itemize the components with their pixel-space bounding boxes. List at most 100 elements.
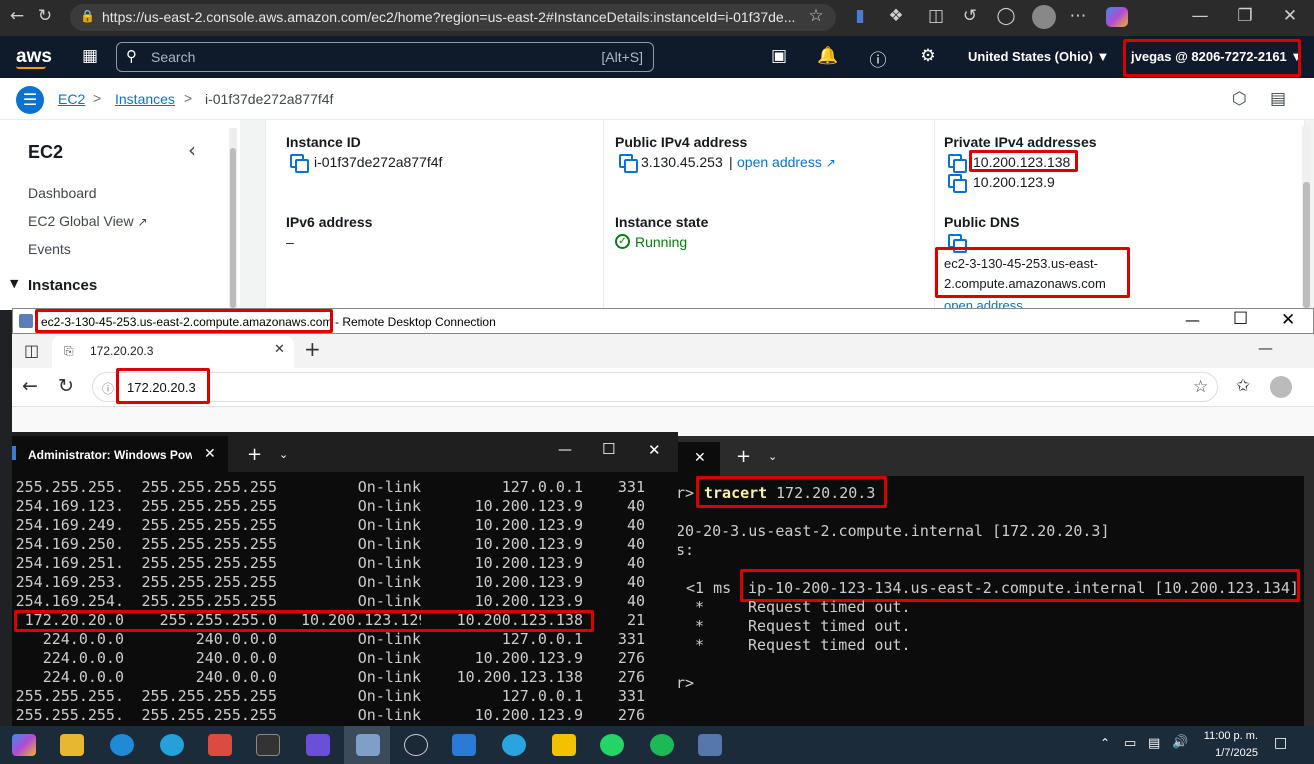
copilot-icon[interactable] (1106, 7, 1128, 27)
open-address-link[interactable]: open address ↗ (737, 154, 836, 170)
breadcrumb-instances[interactable]: Instances (115, 91, 175, 107)
chevron-up-icon[interactable]: ⌃ (1100, 736, 1110, 750)
maximize-icon[interactable]: ☐ (602, 440, 615, 458)
terminal-scrollbar[interactable] (1304, 476, 1314, 726)
table-cell: 276 (617, 649, 645, 667)
edge-tab[interactable]: ⎘ 172.20.20.3 ✕ (52, 336, 294, 368)
battery-icon[interactable]: ▭ (1124, 736, 1136, 751)
settings-hex-icon[interactable]: ⬡ (1232, 89, 1247, 109)
close-icon[interactable]: ✕ (648, 441, 661, 459)
clock-time[interactable]: 11:00 p. m. (1198, 730, 1258, 742)
edge-dev-icon[interactable] (160, 734, 184, 756)
close-icon[interactable]: ✕ (1278, 6, 1302, 26)
remote-desktop-icon[interactable] (356, 734, 380, 756)
collapse-icon[interactable]: ‹ (188, 138, 196, 162)
main-scrollbar[interactable] (1302, 126, 1311, 308)
edge-address-text: 172.20.20.3 (127, 380, 196, 395)
star-icon[interactable]: ☆ (1193, 377, 1208, 397)
split-screen-icon[interactable]: ◫ (924, 6, 948, 26)
new-tab-icon[interactable]: + (247, 444, 262, 465)
back-icon[interactable]: ← (22, 375, 38, 397)
copilot-icon[interactable] (12, 734, 36, 756)
history-icon[interactable]: ↺ (958, 6, 982, 26)
copy-icon[interactable] (948, 154, 967, 173)
avatar[interactable] (1270, 376, 1292, 398)
file-explorer-icon[interactable] (60, 734, 84, 756)
table-cell: 10.200.123.9 (474, 554, 583, 572)
bitwarden-icon[interactable]: ▮ (848, 6, 872, 26)
vscode-icon[interactable] (452, 734, 476, 756)
proton-vpn-icon[interactable] (306, 734, 330, 756)
minimize-icon[interactable]: — (1188, 6, 1212, 26)
refresh-icon[interactable]: ↻ (33, 6, 57, 26)
back-icon[interactable]: ← (5, 6, 29, 26)
breadcrumb-ec2[interactable]: EC2 (58, 91, 85, 107)
info-icon[interactable]: ⓘ (102, 380, 114, 397)
close-icon[interactable]: ✕ (1281, 310, 1295, 330)
star-icon[interactable]: ☆ (804, 6, 828, 26)
minimize-icon[interactable]: — (1185, 311, 1200, 329)
bell-icon[interactable]: 🔔 (816, 46, 840, 66)
chevron-down-icon[interactable]: ⌄ (279, 448, 288, 461)
tab-actions-icon[interactable]: ◫ (24, 341, 39, 360)
table-row: 224.0.0.0 240.0.0.0 On-link 10.200.123.9 276 (12, 649, 678, 668)
volume-icon[interactable]: 🔊 (1172, 735, 1188, 750)
steam-icon[interactable] (404, 734, 428, 756)
sticky-notes-icon[interactable] (552, 734, 576, 756)
restore-icon[interactable]: ❐ (1233, 6, 1257, 26)
shield-icon[interactable]: ◯ (994, 6, 1018, 26)
copy-icon[interactable] (619, 154, 638, 173)
clock-date[interactable]: 1/7/2025 (1198, 747, 1258, 759)
profile-avatar[interactable] (1032, 5, 1056, 29)
prompt: r> (676, 484, 695, 502)
copy-icon[interactable] (948, 234, 967, 253)
close-tab-icon[interactable]: ✕ (204, 446, 216, 462)
telegram-icon[interactable] (502, 734, 526, 756)
aws-logo[interactable]: aws (16, 46, 52, 68)
terminal-icon[interactable] (256, 734, 280, 756)
menu-icon[interactable]: ☰ (16, 86, 44, 114)
network-app-icon[interactable] (698, 734, 722, 756)
table-cell: 255.255.255.255 (141, 592, 277, 610)
whatsapp-icon[interactable] (600, 734, 624, 756)
close-tab-icon[interactable]: ✕ (694, 450, 706, 466)
sidebar-section-instances[interactable]: Instances (28, 277, 97, 294)
close-tab-icon[interactable]: ✕ (274, 342, 285, 357)
feedback-icon[interactable]: ▤ (1270, 89, 1286, 109)
new-tab-icon[interactable]: + (736, 446, 751, 467)
network-icon[interactable]: ▤ (1148, 736, 1160, 751)
region-selector[interactable]: United States (Ohio) ▼ (968, 49, 1109, 64)
maximize-icon[interactable]: ☐ (1233, 309, 1248, 329)
caret-down-icon[interactable]: ▼ (10, 277, 18, 290)
minimize-icon[interactable]: — (1258, 339, 1273, 357)
chevron-down-icon[interactable]: ⌄ (768, 450, 777, 463)
copy-icon[interactable] (290, 154, 309, 173)
notification-icon[interactable]: □ (1274, 735, 1287, 751)
todoist-icon[interactable] (208, 734, 232, 756)
edge-address-bar[interactable]: ⓘ 172.20.20.3 ☆ (92, 372, 1218, 402)
more-icon[interactable]: ⋯ (1066, 6, 1090, 26)
edge-icon[interactable] (110, 734, 134, 756)
table-row: .0.254.169.123 255.255.255.255 On-link 10.2… (12, 497, 678, 516)
address-bar[interactable]: 🔒 https://us-east-2.console.aws.amazon.c… (70, 4, 836, 31)
breadcrumb-instance-id: i-01f37de272a877f4f (205, 91, 334, 107)
account-menu[interactable]: jvegas @ 8206-7272-2161 ▼ (1131, 49, 1303, 64)
refresh-icon[interactable]: ↻ (58, 375, 74, 397)
copy-icon[interactable] (948, 174, 967, 193)
new-tab-icon[interactable]: + (304, 337, 321, 361)
edge-tab-label: 172.20.20.3 (90, 344, 154, 358)
spotify-icon[interactable] (650, 734, 674, 756)
sidebar-item-global-view[interactable]: EC2 Global View ↗ (28, 213, 148, 229)
search-input[interactable]: ⚲ Search [Alt+S] (116, 42, 654, 72)
extensions-icon[interactable]: ❖ (884, 6, 908, 26)
sidebar-item-events[interactable]: Events (28, 241, 71, 257)
favorites-icon[interactable]: ✩ (1236, 376, 1250, 396)
gear-icon[interactable]: ⚙ (916, 46, 940, 66)
terminal-tab[interactable]: Administrator: Windows Powe ✕ (12, 436, 228, 472)
minimize-icon[interactable]: — (558, 442, 572, 458)
cloudshell-icon[interactable]: ▣ (767, 46, 791, 66)
help-icon[interactable]: ⓘ (866, 46, 890, 71)
apps-grid-icon[interactable]: ▦ (78, 46, 102, 66)
sidebar-item-dashboard[interactable]: Dashboard (28, 185, 97, 201)
sidebar-scrollbar[interactable] (229, 128, 237, 310)
